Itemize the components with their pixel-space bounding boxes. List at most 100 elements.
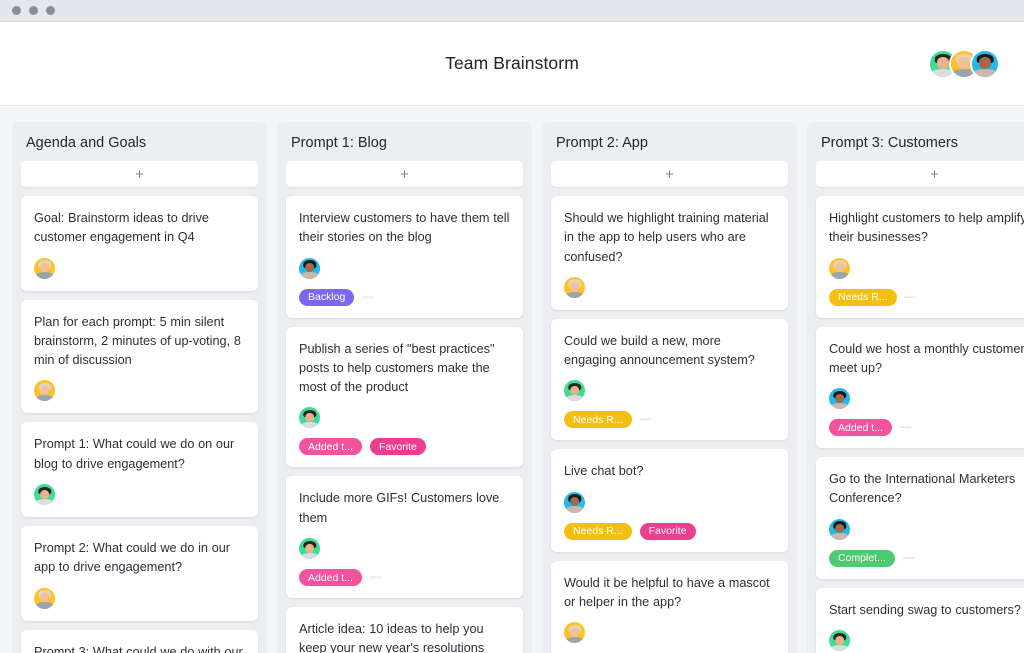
card-meta [34,257,245,279]
column-title: Prompt 2: App [556,135,648,151]
status-badge[interactable]: Favorite [369,438,426,456]
board-card[interactable]: Would it be helpful to have a mascot or … [551,560,788,653]
board-column: Agenda and Goals + Goal: Brainstorm ideas … [12,122,267,653]
card-text: Plan for each prompt: 5 min silent brain… [34,314,241,368]
card-text: Prompt 2: What could we do in our app to… [34,541,231,575]
avatar-blue[interactable] [299,257,320,279]
member-avatar-group[interactable] [928,48,1000,79]
status-badge[interactable]: Backlog [299,288,355,306]
board-card[interactable]: Interview customers to have them tell th… [286,196,523,318]
card-text: Go to the International Marketers Confer… [829,472,1016,506]
card-text: Live chat bot? [564,464,644,479]
card-tag-list: Added t... — [299,569,510,587]
avatar-yellow[interactable] [34,587,55,609]
add-tag-button[interactable]: — [905,291,916,303]
add-tag-button[interactable]: — [370,572,381,583]
board-card[interactable]: Should we highlight training material in… [551,196,788,310]
minimize-icon[interactable] [29,6,38,15]
add-tag-button[interactable]: — [903,552,914,564]
plus-icon: + [930,165,939,183]
card-text: Highlight customers to help amplify thei… [829,211,1024,245]
card-tag-list: Backlog — [299,288,510,306]
card-text: Article idea: 10 ideas to help you keep … [299,622,485,653]
board-card[interactable]: Publish a series of "best practices" pos… [286,326,523,468]
board-card[interactable]: Prompt 2: What could we do in our app to… [21,526,258,621]
card-meta [564,622,775,644]
avatar-green[interactable] [299,407,320,429]
status-badge[interactable]: Needs R... [829,288,897,306]
avatar-green[interactable] [299,538,320,560]
card-text: Prompt 3: What could we do with our cust… [34,644,243,653]
add-tag-button[interactable]: — [900,422,911,433]
avatar-green[interactable] [829,630,850,652]
card-meta [34,587,245,609]
column-title: Prompt 1: Blog [291,135,387,151]
board-card[interactable]: Include more GIFs! Customers love them Ad… [286,476,523,599]
card-tag-list: Needs R... — [564,411,775,429]
avatar-blue[interactable] [829,518,850,540]
avatar-yellow[interactable] [829,257,850,279]
card-meta [34,380,245,402]
card-tag-list: Needs R... Favorite [564,522,775,540]
card-tag-list: Complet... — [829,549,1024,567]
card-meta [829,518,1024,540]
status-badge[interactable]: Favorite [639,522,696,540]
board-card[interactable]: Could we build a new, more engaging anno… [551,318,788,441]
card-text: Publish a series of "best practices" pos… [299,341,495,395]
status-badge[interactable]: Added t... [299,438,362,456]
status-badge[interactable]: Complet... [829,549,895,567]
avatar-yellow[interactable] [34,257,55,279]
app-header: Team Brainstorm [0,22,1024,106]
add-tag-button[interactable]: — [362,291,373,303]
board-card[interactable]: Live chat bot? Needs R... Favorite [551,449,788,552]
board-card[interactable]: Plan for each prompt: 5 min silent brain… [21,299,258,414]
avatar-green[interactable] [564,380,585,402]
avatar-yellow[interactable] [564,276,585,298]
plus-icon: + [400,165,409,183]
kanban-board: Agenda and Goals + Goal: Brainstorm ideas … [0,106,1024,653]
board-column: Prompt 3: Customers + Highlight customers … [807,122,1024,653]
page-title: Team Brainstorm [445,53,579,73]
card-meta [564,380,775,402]
card-meta [564,276,775,298]
status-badge[interactable]: Needs R... [564,411,632,429]
add-card-button[interactable]: + [551,161,788,187]
column-title: Agenda and Goals [26,135,147,151]
card-text: Prompt 1: What could we do on our blog t… [34,437,235,471]
add-card-button[interactable]: + [21,161,258,187]
maximize-icon[interactable] [46,6,55,15]
close-icon[interactable] [12,6,21,15]
board-card[interactable]: Start sending swag to customers?Needs R.… [816,587,1024,653]
card-text: Could we build a new, more engaging anno… [564,333,755,368]
add-card-button[interactable]: + [816,161,1024,187]
board-card[interactable]: Prompt 3: What could we do with our cust… [21,629,258,653]
plus-icon: + [665,165,674,183]
card-meta [829,630,1024,652]
column-title: Prompt 3: Customers [821,135,958,151]
card-text: Goal: Brainstorm ideas to drive customer… [34,211,209,245]
card-meta [299,407,510,429]
board-card[interactable]: Article idea: 10 ideas to help you keep … [286,607,523,653]
board-card[interactable]: Goal: Brainstorm ideas to drive customer… [21,196,258,291]
board-card[interactable]: Go to the International Marketers Confer… [816,457,1024,579]
card-meta [829,257,1024,279]
avatar-yellow[interactable] [34,380,55,402]
avatar-member-3[interactable] [970,48,1000,79]
card-text: Would it be helpful to have a mascot or … [564,575,770,610]
board-card[interactable]: Highlight customers to help amplify thei… [816,196,1024,318]
status-badge[interactable]: Added t... [829,419,892,437]
card-tag-list: Added t... — [829,419,1024,437]
avatar-blue[interactable] [829,388,850,410]
avatar-blue[interactable] [564,491,585,513]
board-card[interactable]: Could we host a monthly customer meet up… [816,326,1024,449]
card-text: Include more GIFs! Customers love them [299,491,500,525]
avatar-yellow[interactable] [564,622,585,644]
status-badge[interactable]: Needs R... [564,522,632,540]
card-meta [564,491,775,513]
add-card-button[interactable]: + [286,161,523,187]
status-badge[interactable]: Added t... [299,569,362,587]
board-card[interactable]: Prompt 1: What could we do on our blog t… [21,422,258,518]
board-column: Prompt 2: App + Should we highlight traini… [542,122,797,653]
avatar-green[interactable] [34,484,55,506]
add-tag-button[interactable]: — [640,414,651,425]
